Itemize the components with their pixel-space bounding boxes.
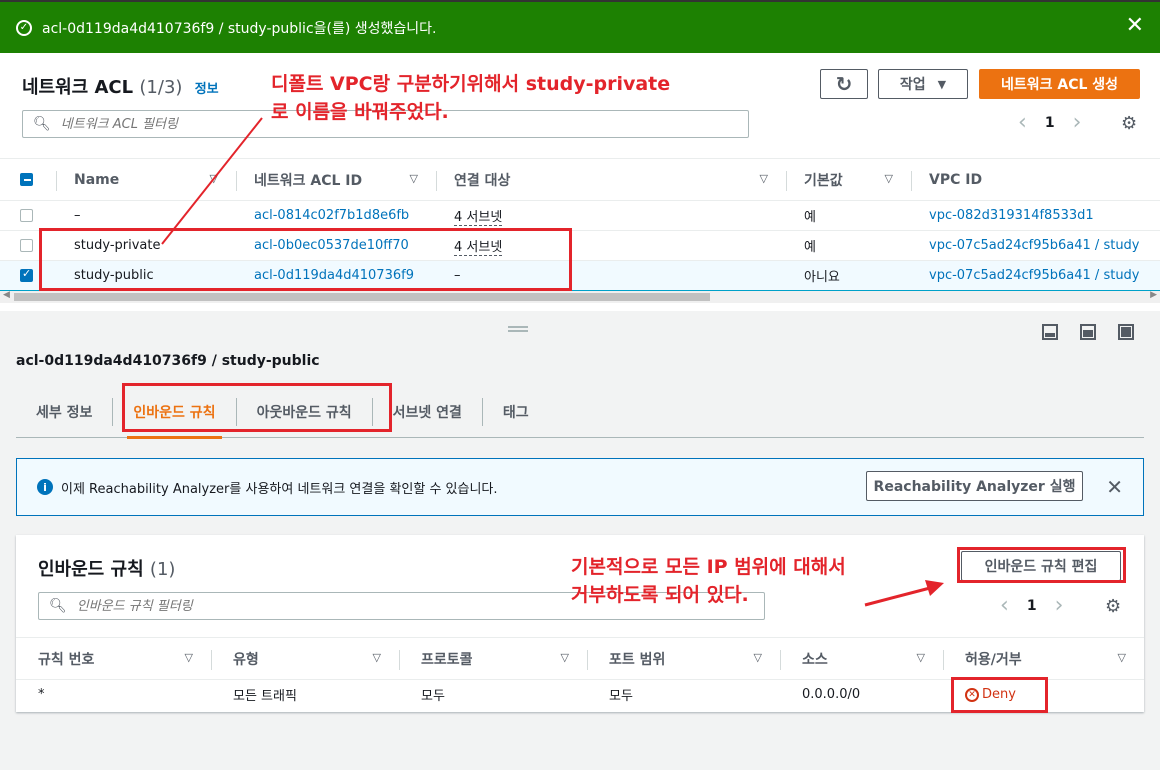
prev-page-icon[interactable]: ‹ [1000,593,1009,618]
rule-protocol: 모두 [421,689,445,705]
selection-count: (1/3) [139,77,183,98]
refresh-button[interactable]: ↻ [820,69,868,99]
close-icon[interactable]: ✕ [1106,475,1123,499]
split-view-options [1042,324,1134,340]
flash-close-icon[interactable]: ✕ [1126,15,1144,37]
view-full-icon[interactable] [1118,324,1134,340]
sort-icon: ▽ [184,651,193,664]
inbound-pagination: ‹ 1 › [1000,593,1063,618]
prev-page-icon[interactable]: ‹ [1018,110,1027,135]
inbound-rules-title: 인바운드 규칙 (1) [38,559,176,580]
acl-name: – [56,200,236,231]
create-network-acl-button[interactable]: 네트워크 ACL 생성 [979,69,1140,99]
annotation-text-rename: 디폴트 VPC랑 구분하기위해서 study-private 로 이름을 바꿔주… [271,73,671,123]
default-value: 예 [786,230,911,261]
flash-message: acl-0d119da4d410736f9 / study-public을(를)… [42,20,437,37]
sort-icon: ▽ [372,651,381,664]
next-page-icon[interactable]: › [1055,593,1064,618]
actions-dropdown[interactable]: 작업 ▼ [878,69,968,99]
col-association[interactable]: 연결 대상 ▽ [436,158,786,201]
sort-icon: ▽ [916,651,925,664]
sort-icon: ▽ [209,172,218,185]
sort-icon: ▽ [1117,651,1126,664]
check-circle-icon: ✓ [16,19,32,36]
annotation-text-deny-all: 기본적으로 모든 IP 범위에 대해서 거부하도록 되어 있다. [571,556,846,606]
split-panel-drag-handle[interactable] [508,326,528,332]
annotation-highlight-tabs [122,383,392,432]
scroll-left-icon[interactable]: ◀ [3,290,10,300]
info-link[interactable]: 정보 [195,82,219,97]
success-flashbar: ✓ acl-0d119da4d410736f9 / study-public을(… [0,0,1160,53]
vpc-id-link[interactable]: vpc-082d319314f8533d1 [929,208,1094,223]
search-icon: 🔍︎ [49,598,67,614]
view-small-icon[interactable] [1042,324,1058,340]
page-title: 네트워크 ACL (1/3) 정보 [22,77,219,98]
annotation-highlight-edit-button [957,547,1126,583]
scrollbar-thumb[interactable] [14,293,710,301]
info-alert-text: 이제 Reachability Analyzer를 사용하여 네트워크 연결을 … [61,481,498,497]
sort-icon: ▽ [759,172,768,185]
row-checkbox[interactable] [20,209,33,222]
select-all-header[interactable] [0,158,56,201]
sort-icon: ▽ [884,172,893,185]
rule-source: 0.0.0.0/0 [802,687,861,703]
run-reachability-analyzer-button[interactable]: Reachability Analyzer 실행 [866,471,1083,501]
col-port-range[interactable]: 포트 범위 ▽ [587,637,780,680]
reachability-info-alert: i 이제 Reachability Analyzer를 사용하여 네트워크 연결… [16,458,1144,516]
annotation-highlight-deny [951,677,1048,713]
acl-id-link[interactable]: acl-0814c02f7b1d8e6fb [254,208,409,223]
vpc-id-link[interactable]: vpc-07c5ad24cf95b6a41 / study [929,268,1140,283]
scroll-right-icon[interactable]: ▶ [1150,290,1157,300]
detail-title: acl-0d119da4d410736f9 / study-public [16,353,320,369]
col-protocol[interactable]: 프로토콜 ▽ [399,637,587,680]
vpc-id-link[interactable]: vpc-07c5ad24cf95b6a41 / study [929,238,1140,253]
col-allow-deny[interactable]: 허용/거부 ▽ [943,637,1144,680]
tab-details[interactable]: 세부 정보 [16,397,114,426]
current-page[interactable]: 1 [1027,598,1037,614]
view-medium-icon[interactable] [1080,324,1096,340]
sort-icon: ▽ [560,651,569,664]
rule-port-range: 모두 [609,689,633,705]
inbound-rules-count: (1) [149,559,176,580]
col-vpc-id[interactable]: VPC ID [911,158,1160,201]
col-name[interactable]: Name ▽ [56,158,236,201]
sort-icon: ▽ [753,651,762,664]
col-type[interactable]: 유형 ▽ [211,637,399,680]
acl-pagination: ‹ 1 › [1018,110,1081,135]
col-acl-id[interactable]: 네트워크 ACL ID ▽ [236,158,436,201]
annotation-highlight-rows [39,228,572,291]
rule-type: 모든 트래픽 [233,689,297,705]
col-default[interactable]: 기본값 ▽ [786,158,911,201]
horizontal-scrollbar[interactable]: ◀ ▶ [0,290,1160,303]
current-page[interactable]: 1 [1045,115,1055,131]
tab-tags[interactable]: 태그 [483,398,549,426]
association-link[interactable]: 4 서브넷 [454,210,503,226]
info-icon: i [37,479,53,495]
row-checkbox[interactable] [20,239,33,252]
gear-icon[interactable]: ⚙ [1105,596,1121,617]
col-rule-number[interactable]: 규칙 번호 ▽ [16,637,211,680]
next-page-icon[interactable]: › [1073,110,1082,135]
default-value: 아니요 [786,260,911,291]
rule-number: * [38,687,45,703]
default-value: 예 [786,200,911,231]
caret-down-icon: ▼ [937,77,947,91]
refresh-icon: ↻ [835,72,853,96]
table-row[interactable]: – acl-0814c02f7b1d8e6fb 4 서브넷 예 vpc-082d… [0,200,1160,231]
sort-icon: ▽ [409,172,418,185]
select-all-checkbox[interactable] [20,173,33,186]
search-icon: 🔍︎ [33,116,51,132]
row-checkbox-checked[interactable] [20,267,33,282]
gear-icon[interactable]: ⚙ [1121,113,1137,134]
col-source[interactable]: 소스 ▽ [780,637,943,680]
